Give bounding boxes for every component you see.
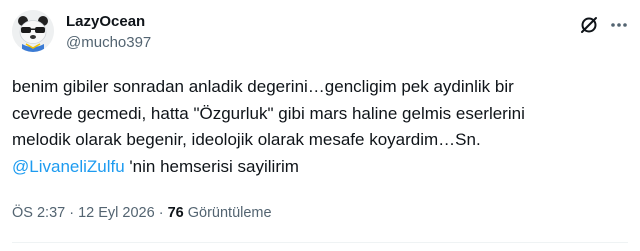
tweet-header-actions — [578, 14, 630, 36]
author-info: LazyOcean @mucho397 — [66, 13, 151, 52]
grok-icon — [581, 17, 597, 33]
author-display-name[interactable]: LazyOcean — [66, 13, 151, 31]
tweet-date[interactable]: 12 Eyl 2026 — [78, 205, 155, 221]
author-handle[interactable]: @mucho397 — [66, 34, 151, 52]
tweet-text-tail: 'nin hemserisi sayilirim — [124, 156, 299, 176]
tweet-time[interactable]: ÖS 2:37 — [12, 205, 65, 221]
meta-separator: · — [154, 205, 168, 221]
more-options-button[interactable] — [608, 14, 630, 36]
views-count: 76 — [167, 205, 184, 221]
tweet-text-line-2: cevrede gecmedi, hatta "Özgurluk" gibi m… — [12, 103, 525, 123]
tweet-meta: ÖS 2:37 · 12 Eyl 2026 · 76 Görüntüleme — [12, 203, 272, 223]
more-icon — [611, 23, 627, 27]
tweet-text: benim gibiler sonradan anladik degerini…… — [12, 74, 624, 180]
grok-button[interactable] — [578, 14, 600, 36]
tweet-text-line-3: melodik olarak begenir, ideolojik olarak… — [12, 130, 481, 149]
tweet-text-line-1: benim gibiler sonradan anladik degerini…… — [12, 77, 514, 96]
panda-icon — [12, 10, 54, 52]
meta-separator: · — [65, 205, 79, 221]
avatar[interactable] — [12, 10, 54, 52]
mention-link[interactable]: @LivaneliZulfu — [12, 157, 125, 176]
divider — [12, 242, 628, 243]
views-label: Görüntüleme — [183, 205, 272, 221]
